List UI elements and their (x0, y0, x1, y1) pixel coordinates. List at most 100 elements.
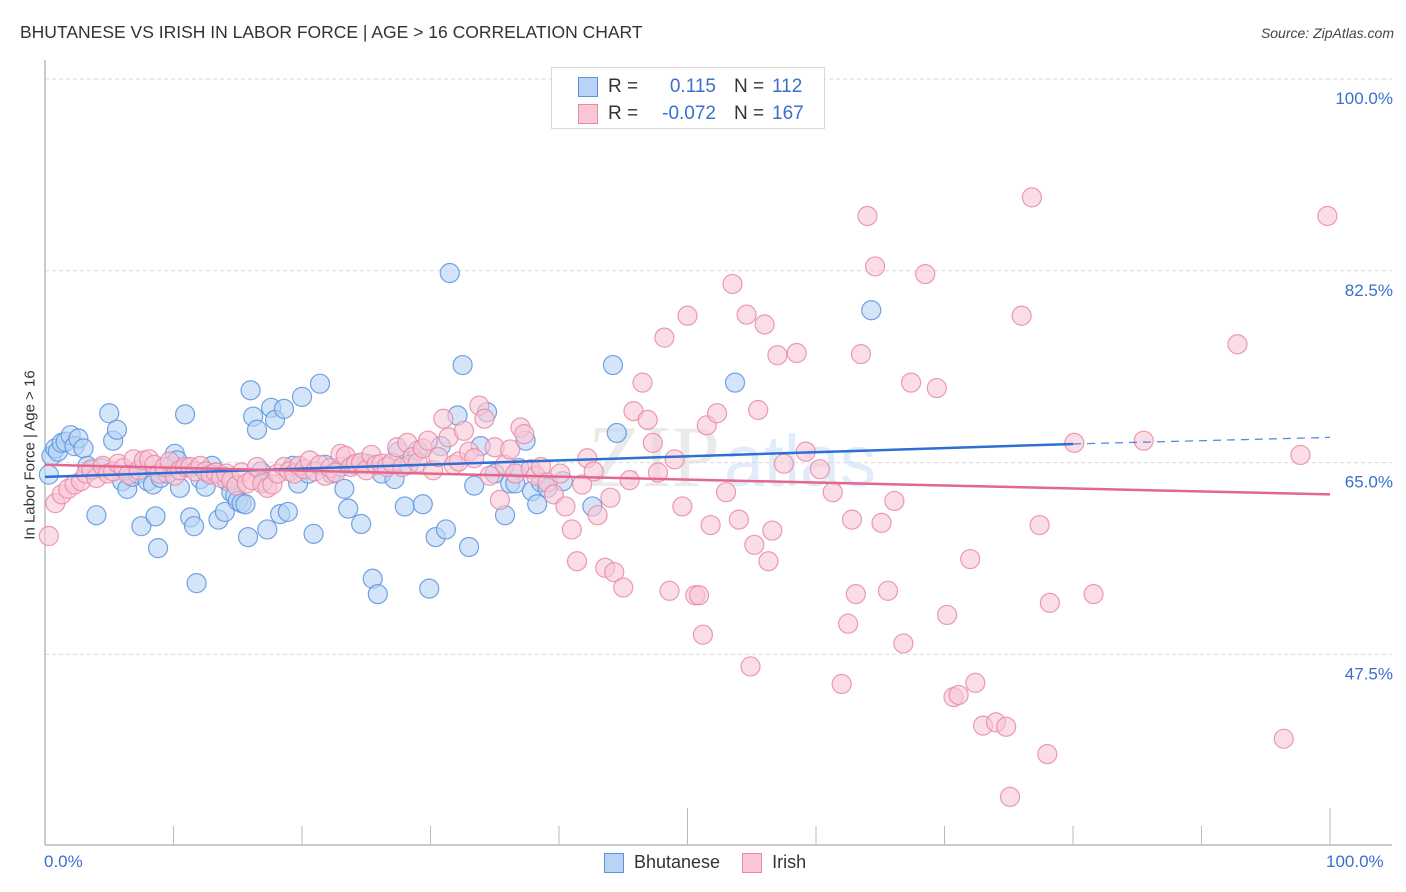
irish-point (965, 672, 986, 693)
n-value: 167 (772, 103, 804, 124)
bhutanese-point (273, 398, 295, 419)
bhutanese-point (351, 513, 372, 535)
irish-point (865, 256, 886, 277)
r-label: R = (608, 103, 639, 124)
x-tick-label-min: 0.0% (44, 852, 83, 871)
x-tick-label-max: 100.0% (1326, 852, 1384, 871)
legend-item-bhutanese[interactable]: Bhutanese (604, 852, 720, 873)
bhutanese-point (240, 380, 261, 401)
r-label: R = (608, 76, 639, 97)
irish-point (767, 345, 788, 366)
r-value: 0.115 (669, 76, 716, 97)
series-legend: Bhutanese Irish (604, 852, 828, 873)
irish-point (453, 420, 475, 441)
irish-point (936, 604, 958, 626)
irish-point (464, 448, 485, 469)
irish-point (700, 514, 721, 536)
irish-point (948, 684, 969, 706)
irish-point (838, 613, 859, 634)
irish-point (1029, 514, 1050, 536)
irish-point (474, 408, 495, 429)
irish-point (1011, 305, 1032, 326)
irish-point (500, 439, 521, 460)
irish-point (566, 551, 588, 572)
irish-point (417, 430, 439, 451)
irish-point (758, 551, 779, 572)
y-tick-label: 100.0% (1335, 89, 1393, 108)
irish-point (677, 305, 698, 326)
irish-point (850, 343, 872, 365)
irish-point (637, 409, 658, 430)
irish-point (822, 482, 843, 503)
bhutanese-swatch (578, 77, 598, 97)
bhutanese-point (183, 516, 205, 537)
legend-row-irish: R = -0.072 N = 167 (578, 103, 804, 125)
bhutanese-point (186, 573, 207, 594)
irish-point (619, 470, 640, 491)
y-tick-label: 82.5% (1345, 281, 1393, 300)
irish-point (1021, 187, 1042, 208)
y-axis-label: In Labor Force | Age > 16 (21, 370, 39, 540)
bhutanese-point (606, 422, 627, 444)
irish-point (893, 633, 914, 654)
irish-point (659, 580, 680, 601)
r-value: -0.072 (662, 103, 716, 124)
bhutanese-point (38, 464, 59, 485)
y-tick-label: 47.5% (1345, 664, 1393, 683)
irish-point (600, 487, 621, 508)
irish-point (664, 449, 685, 470)
bhutanese-trend-extension (1072, 436, 1331, 445)
bhutanese-point (435, 519, 457, 540)
irish-point (1037, 744, 1058, 765)
bhutanese-point (291, 386, 313, 407)
irish-point (877, 580, 899, 601)
irish-point (672, 496, 693, 517)
irish-point (884, 490, 905, 512)
irish-point (996, 716, 1017, 737)
irish-point (688, 585, 710, 606)
legend-item-irish[interactable]: Irish (742, 852, 806, 873)
irish-point (1227, 334, 1248, 355)
irish-point (722, 273, 743, 295)
bhutanese-point (367, 584, 388, 605)
irish-point (736, 304, 757, 325)
irish-point (1083, 584, 1104, 605)
bhutanese-point (237, 527, 259, 548)
bhutanese-point (394, 496, 415, 517)
legend-label: Irish (772, 852, 807, 872)
bhutanese-point (106, 419, 128, 440)
bhutanese-point (861, 300, 882, 321)
bhutanese-point (277, 501, 298, 523)
bhutanese-point (338, 498, 359, 519)
bhutanese-point (439, 262, 460, 284)
irish-point (915, 263, 936, 285)
irish-point (550, 463, 571, 484)
grid-lines (45, 78, 1392, 655)
irish-point (561, 519, 582, 540)
irish-point (809, 459, 830, 480)
bhutanese-point (147, 537, 169, 559)
irish-point (773, 453, 794, 474)
bhutanese-point (602, 354, 624, 376)
irish-point (762, 520, 783, 541)
irish-point (555, 496, 576, 517)
irish-point (1290, 444, 1311, 466)
irish-point (900, 372, 922, 393)
bhutanese-point (412, 494, 433, 515)
bhutanese-point (724, 372, 746, 393)
irish-point (841, 509, 863, 530)
irish-point (1133, 430, 1154, 451)
bhutanese-point (458, 536, 480, 558)
y-tick-label: 65.0% (1345, 473, 1393, 492)
irish-point (489, 489, 510, 510)
irish-point (857, 205, 878, 227)
n-label: N = (734, 76, 765, 97)
irish-point (642, 432, 663, 453)
bhutanese-point (309, 373, 331, 394)
irish-point (38, 525, 59, 547)
n-value: 112 (772, 76, 803, 97)
correlation-legend: R = 0.115 N = 112 R = -0.072 N = 167 (551, 67, 825, 129)
bhutanese-point (235, 494, 256, 515)
scatter-chart: ZIP atlas 47.5%65.0%82.5%100.0% (38, 60, 1393, 846)
irish-point (786, 342, 807, 364)
